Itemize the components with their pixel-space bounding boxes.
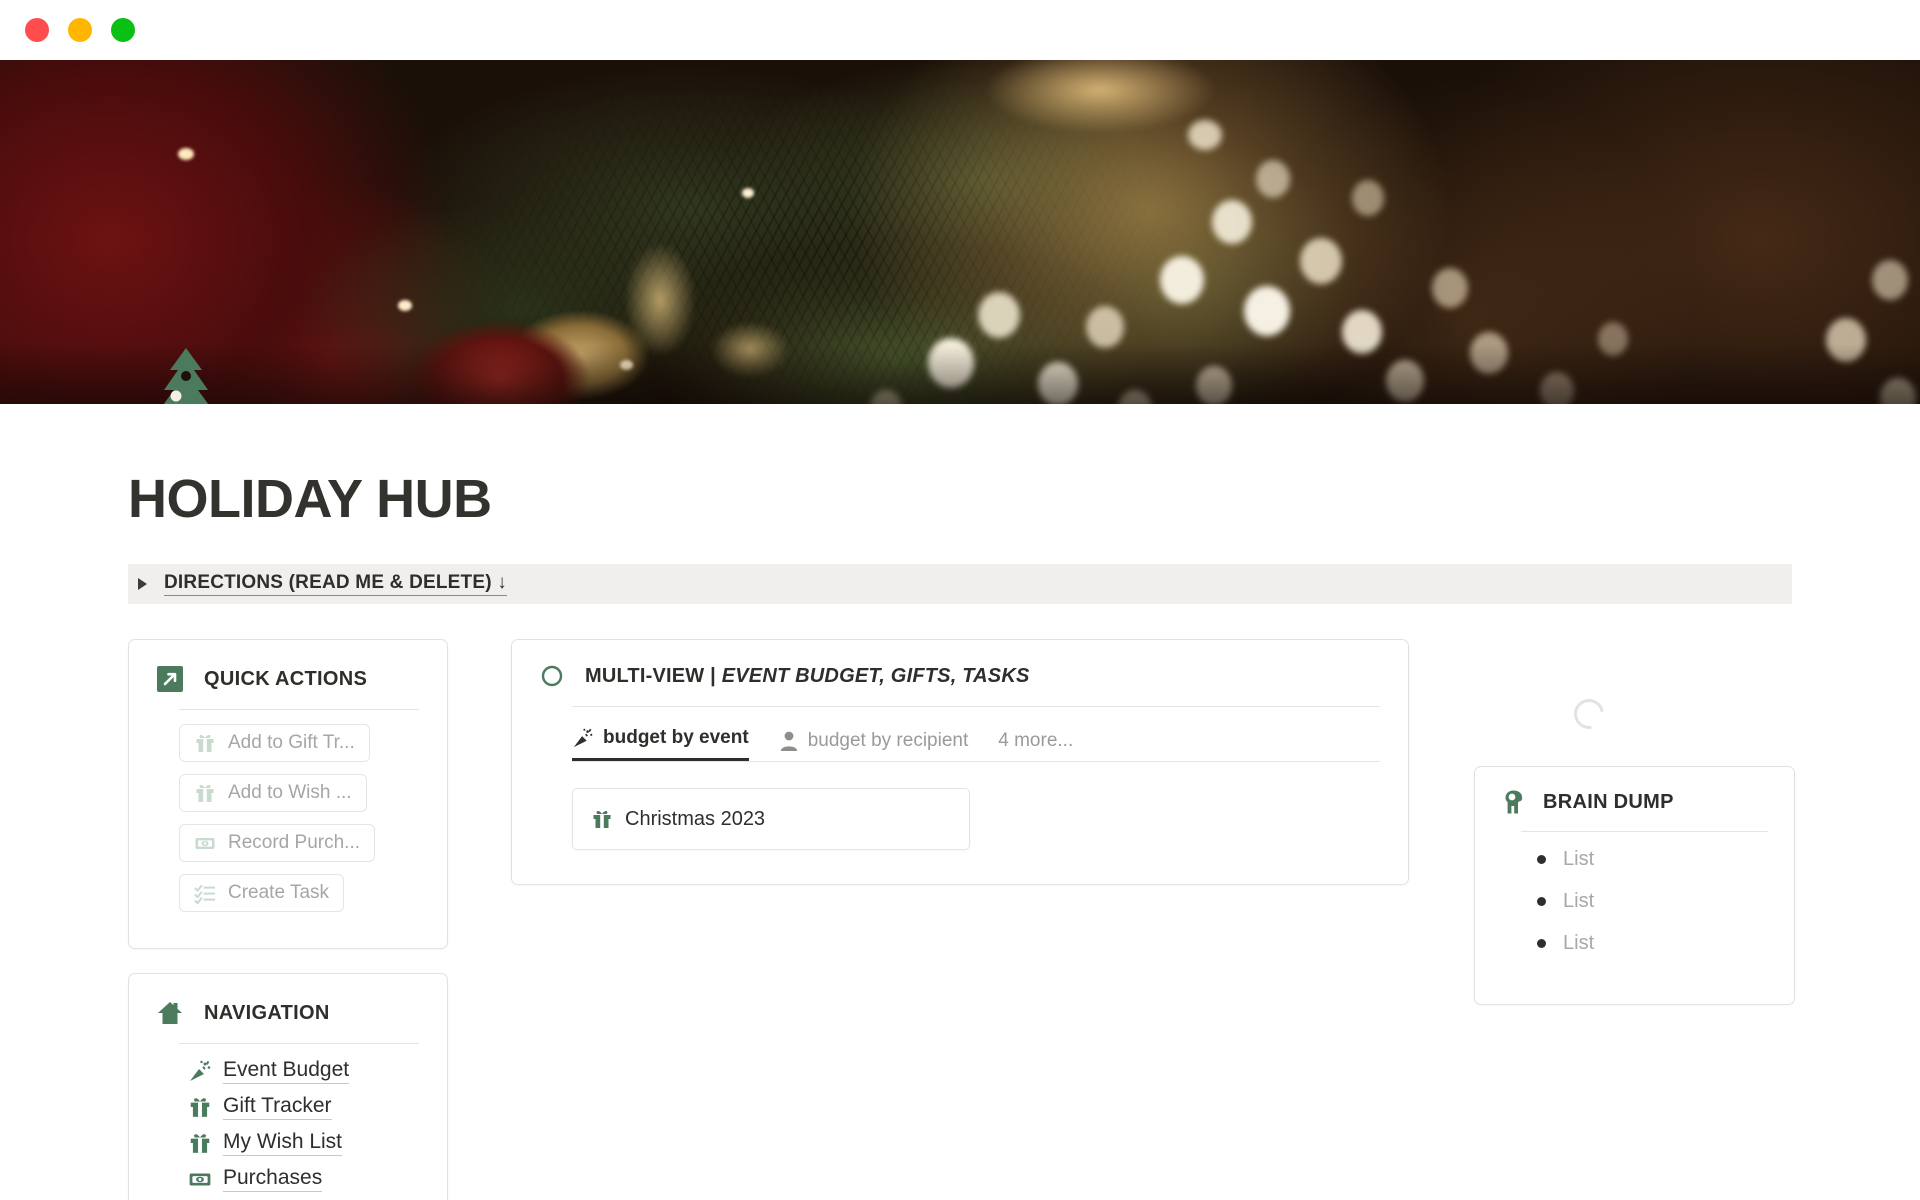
gift-icon (591, 808, 613, 830)
nav-item-gift-tracker[interactable]: Gift Tracker (187, 1094, 419, 1120)
nav-label: Event Budget (223, 1058, 350, 1084)
multi-view-tabs: budget by event budget by recipient 4 mo… (572, 727, 1380, 762)
money-icon (194, 832, 216, 854)
gift-icon (194, 732, 216, 754)
external-link-icon (157, 666, 183, 692)
window-titlebar (0, 0, 1920, 60)
maximize-window-button[interactable] (111, 18, 135, 42)
quick-actions-list: Add to Gift Tr... Add to Wish ... Record… (129, 710, 447, 948)
list-item[interactable]: List (1537, 890, 1768, 913)
record-label: Christmas 2023 (625, 807, 766, 830)
button-label: Record Purch... (228, 832, 360, 853)
gift-icon (187, 1095, 213, 1119)
brain-dump-card: BRAIN DUMP List List List (1474, 766, 1795, 1005)
left-column: QUICK ACTIONS Add to Gift Tr... Add to W… (128, 639, 448, 1200)
multi-view-title-plain: MULTI-VIEW | (585, 664, 722, 687)
middle-column: MULTI-VIEW | EVENT BUDGET, GIFTS, TASKS (511, 639, 1409, 885)
quick-actions-card: QUICK ACTIONS Add to Gift Tr... Add to W… (128, 639, 448, 949)
create-task-button[interactable]: Create Task (179, 874, 345, 912)
navigation-card: NAVIGATION Event Budget Gift Tracker My … (128, 973, 448, 1200)
page-title: HOLIDAY HUB (128, 469, 492, 529)
directions-label[interactable]: DIRECTIONS (READ ME & DELETE) ↓ (164, 572, 507, 596)
list-item[interactable]: List (1537, 848, 1768, 871)
bullet-icon (1537, 855, 1546, 864)
quick-actions-title: QUICK ACTIONS (204, 667, 368, 690)
list-item[interactable]: List (1537, 932, 1768, 955)
divider (572, 706, 1380, 707)
brain-dump-list: List List List (1537, 848, 1768, 955)
checklist-icon (194, 882, 216, 904)
navigation-title: NAVIGATION (204, 1001, 330, 1024)
nav-item-event-budget[interactable]: Event Budget (187, 1058, 419, 1084)
record-purchase-button[interactable]: Record Purch... (179, 824, 375, 862)
nav-label: Purchases (223, 1166, 323, 1192)
christmas-tree-icon (163, 348, 209, 404)
multi-view-title-italic: EVENT BUDGET, GIFTS, TASKS (721, 664, 1030, 687)
list-item-label: List (1563, 932, 1595, 954)
tab-budget-by-recipient[interactable]: budget by recipient (779, 730, 969, 761)
dashboard-grid: QUICK ACTIONS Add to Gift Tr... Add to W… (128, 639, 1795, 1200)
list-item-label: List (1563, 848, 1595, 870)
party-popper-icon (187, 1059, 213, 1083)
button-label: Add to Gift Tr... (228, 732, 355, 753)
directions-toggle-bar[interactable]: DIRECTIONS (READ ME & DELETE) ↓ (128, 564, 1792, 604)
multi-view-card: MULTI-VIEW | EVENT BUDGET, GIFTS, TASKS (511, 639, 1409, 885)
home-icon (157, 1000, 183, 1026)
multi-view-record-card[interactable]: Christmas 2023 (572, 788, 970, 850)
bullet-icon (1537, 897, 1546, 906)
page-body: HOLIDAY HUB DIRECTIONS (READ ME & DELETE… (0, 472, 1920, 1200)
tab-budget-by-event[interactable]: budget by event (572, 727, 749, 761)
hero-cover-image (0, 60, 1920, 404)
navigation-list: Event Budget Gift Tracker My Wish List P… (129, 1044, 447, 1200)
gift-icon (187, 1131, 213, 1155)
more-views-button[interactable]: 4 more... (998, 730, 1073, 761)
add-to-wish-list-button[interactable]: Add to Wish ... (179, 774, 367, 812)
brain-dump-title: BRAIN DUMP (1543, 790, 1674, 813)
button-label: Add to Wish ... (228, 782, 352, 803)
bullet-icon (1537, 939, 1546, 948)
circle-outline-icon (540, 664, 564, 688)
nav-item-my-wish-list[interactable]: My Wish List (187, 1130, 419, 1156)
nav-label: Gift Tracker (223, 1094, 332, 1120)
add-to-gift-tracker-button[interactable]: Add to Gift Tr... (179, 724, 370, 762)
tab-label: budget by recipient (807, 730, 969, 751)
money-icon (187, 1167, 213, 1191)
multi-view-title: MULTI-VIEW | EVENT BUDGET, GIFTS, TASKS (585, 665, 1030, 688)
hero-banner (0, 60, 1920, 404)
close-window-button[interactable] (25, 18, 49, 42)
tab-label: budget by event (603, 727, 749, 748)
button-label: Create Task (228, 882, 330, 903)
spinner-icon (1568, 693, 1610, 735)
party-popper-icon (572, 727, 594, 749)
triangle-right-icon[interactable] (138, 578, 147, 590)
brain-head-icon (1501, 789, 1525, 815)
right-column: BRAIN DUMP List List List (1474, 639, 1795, 1005)
person-icon (779, 730, 799, 752)
gift-icon (194, 782, 216, 804)
minimize-window-button[interactable] (68, 18, 92, 42)
nav-item-purchases[interactable]: Purchases (187, 1166, 419, 1192)
nav-label: My Wish List (223, 1130, 343, 1156)
list-item-label: List (1563, 890, 1595, 912)
